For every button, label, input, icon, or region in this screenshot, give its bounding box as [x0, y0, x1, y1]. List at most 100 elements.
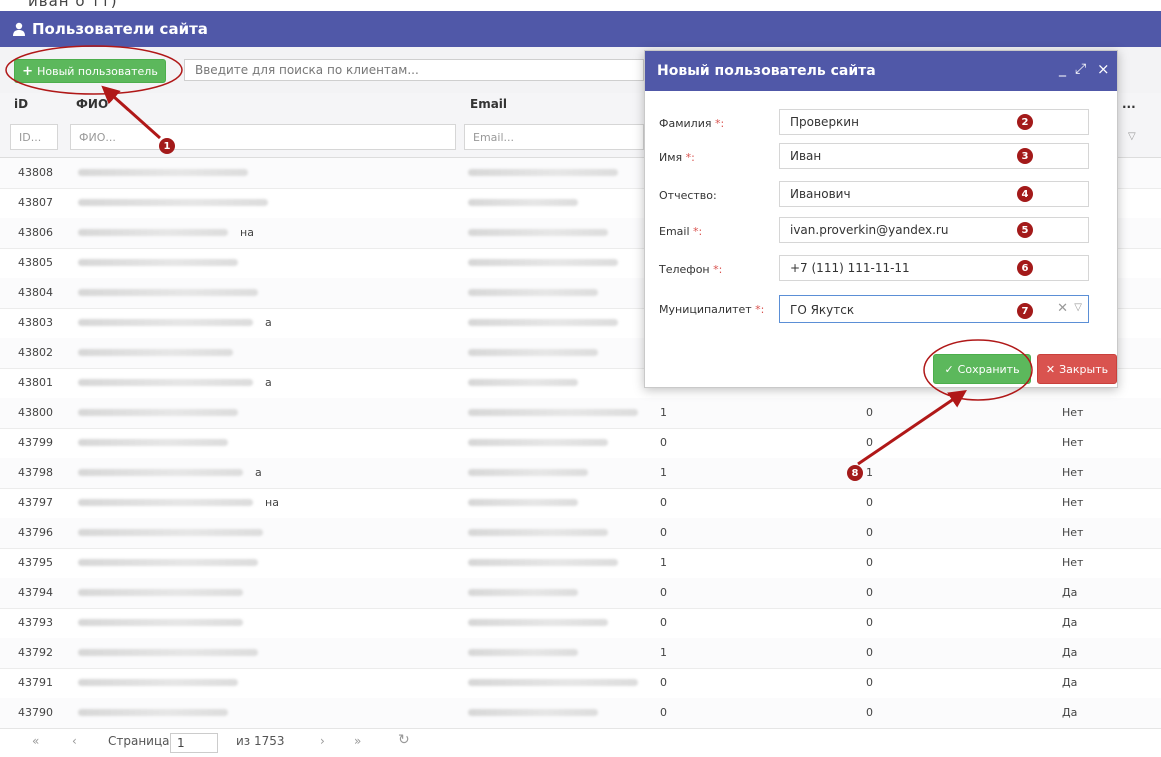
- blurred-fio: [78, 259, 238, 266]
- municipality-select[interactable]: ГО Якутск ✕ ▽: [779, 295, 1089, 323]
- cell-id: 43799: [18, 436, 53, 449]
- cell-id: 43794: [18, 586, 53, 599]
- last-page-button[interactable]: »: [354, 734, 361, 748]
- table-row[interactable]: 43791 0 0 Да: [0, 668, 1161, 699]
- table-row[interactable]: 43790 0 0 Да: [0, 698, 1161, 729]
- email-filter-input[interactable]: [464, 124, 644, 150]
- blurred-email: [468, 169, 618, 176]
- blurred-email: [468, 589, 578, 596]
- blurred-fio: [78, 529, 263, 536]
- minimize-icon[interactable]: _: [1059, 61, 1066, 77]
- first-page-button[interactable]: «: [32, 734, 39, 748]
- cell-id: 43802: [18, 346, 53, 359]
- table-row[interactable]: 43799 0 0 Нет: [0, 428, 1161, 459]
- field-input-4[interactable]: [779, 255, 1089, 281]
- cell-col4: 1: [660, 646, 667, 659]
- cell-col6: Да: [1062, 586, 1078, 599]
- blurred-fio: [78, 169, 248, 176]
- fio-filter-input[interactable]: [70, 124, 456, 150]
- blurred-email: [468, 709, 598, 716]
- blurred-email: [468, 319, 618, 326]
- cell-id: 43806: [18, 226, 53, 239]
- cell-col4: 0: [660, 676, 667, 689]
- field-input-0[interactable]: [779, 109, 1089, 135]
- page-header: Пользователи сайта: [0, 11, 1161, 47]
- refresh-icon[interactable]: ↻: [398, 732, 410, 748]
- blurred-fio: [78, 589, 243, 596]
- clear-icon[interactable]: ✕: [1057, 301, 1068, 316]
- table-row[interactable]: 43793 0 0 Да: [0, 608, 1161, 639]
- field-label-0: Фамилия *:: [659, 117, 725, 130]
- column-header-fio[interactable]: ФИО: [76, 97, 108, 111]
- blurred-fio: [78, 439, 228, 446]
- cell-id: 43790: [18, 706, 53, 719]
- field-input-1[interactable]: [779, 143, 1089, 169]
- blurred-fio: [78, 709, 228, 716]
- blurred-fio: [78, 679, 238, 686]
- blurred-email: [468, 559, 618, 566]
- blurred-email: [468, 199, 578, 206]
- cell-id: 43808: [18, 166, 53, 179]
- page-title: Пользователи сайта: [32, 20, 208, 38]
- pagination-bar: « ‹ Страница из 1753 › » ↻: [0, 728, 1161, 757]
- table-row[interactable]: 43800 1 0 Нет: [0, 398, 1161, 429]
- next-page-button[interactable]: ›: [320, 734, 325, 748]
- cell-col4: 0: [660, 436, 667, 449]
- cell-col5: 0: [866, 556, 873, 569]
- table-row[interactable]: 43797 на 0 0 Нет: [0, 488, 1161, 519]
- blurred-email: [468, 259, 618, 266]
- cell-col4: 1: [660, 466, 667, 479]
- cell-col4: 0: [660, 616, 667, 629]
- page-number-input[interactable]: [170, 733, 218, 753]
- cell-fio-fragment: а: [265, 376, 272, 389]
- close-button[interactable]: ✕ Закрыть: [1037, 354, 1117, 384]
- table-row[interactable]: 43796 0 0 Нет: [0, 518, 1161, 549]
- blurred-fio: [78, 319, 253, 326]
- new-user-dialog: Новый пользователь сайта _ ⤢ × Фамилия *…: [644, 50, 1118, 388]
- cell-col4: 0: [660, 706, 667, 719]
- chevron-down-icon[interactable]: ▽: [1074, 302, 1082, 313]
- cell-col5: 0: [866, 616, 873, 629]
- table-row[interactable]: 43794 0 0 Да: [0, 578, 1161, 609]
- cell-fio-fragment: на: [265, 496, 279, 509]
- blurred-fio: [78, 289, 258, 296]
- cell-col6: Да: [1062, 706, 1078, 719]
- cell-col4: 0: [660, 496, 667, 509]
- marker-4: 4: [1017, 186, 1033, 202]
- close-icon[interactable]: ×: [1097, 60, 1110, 78]
- check-icon: ✓: [944, 362, 954, 376]
- field-input-2[interactable]: [779, 181, 1089, 207]
- table-row[interactable]: 43795 1 0 Нет: [0, 548, 1161, 579]
- column-header-id[interactable]: iD: [14, 97, 28, 111]
- blurred-email: [468, 649, 578, 656]
- cell-col6: Да: [1062, 616, 1078, 629]
- id-filter-input[interactable]: [10, 124, 58, 150]
- marker-8: 8: [847, 465, 863, 481]
- marker-2: 2: [1017, 114, 1033, 130]
- blurred-fio: [78, 559, 258, 566]
- blurred-email: [468, 469, 588, 476]
- save-button[interactable]: ✓ Сохранить: [933, 354, 1031, 384]
- filter-dropdown-icon[interactable]: ▽: [1128, 131, 1136, 142]
- field-label-1: Имя *:: [659, 151, 695, 164]
- cell-id: 43800: [18, 406, 53, 419]
- table-row[interactable]: 43792 1 0 Да: [0, 638, 1161, 669]
- table-row[interactable]: 43798 а 1 1 Нет: [0, 458, 1161, 489]
- cell-col5: 0: [866, 496, 873, 509]
- cell-id: 43797: [18, 496, 53, 509]
- marker-5: 5: [1017, 222, 1033, 238]
- column-header-email[interactable]: Email: [470, 97, 507, 111]
- field-input-3[interactable]: [779, 217, 1089, 243]
- cell-col6: Нет: [1062, 406, 1084, 419]
- field-label-3: Email *:: [659, 225, 703, 238]
- cell-col4: 1: [660, 406, 667, 419]
- cell-col6: Да: [1062, 646, 1078, 659]
- search-input[interactable]: [184, 59, 644, 81]
- cell-fio-fragment: на: [240, 226, 254, 239]
- cell-col4: 0: [660, 586, 667, 599]
- maximize-icon[interactable]: ⤢: [1075, 61, 1086, 77]
- new-user-button[interactable]: + Новый пользователь: [14, 59, 166, 83]
- municipality-label: Муниципалитет *:: [659, 303, 765, 316]
- cell-id: 43803: [18, 316, 53, 329]
- prev-page-button[interactable]: ‹: [72, 734, 77, 748]
